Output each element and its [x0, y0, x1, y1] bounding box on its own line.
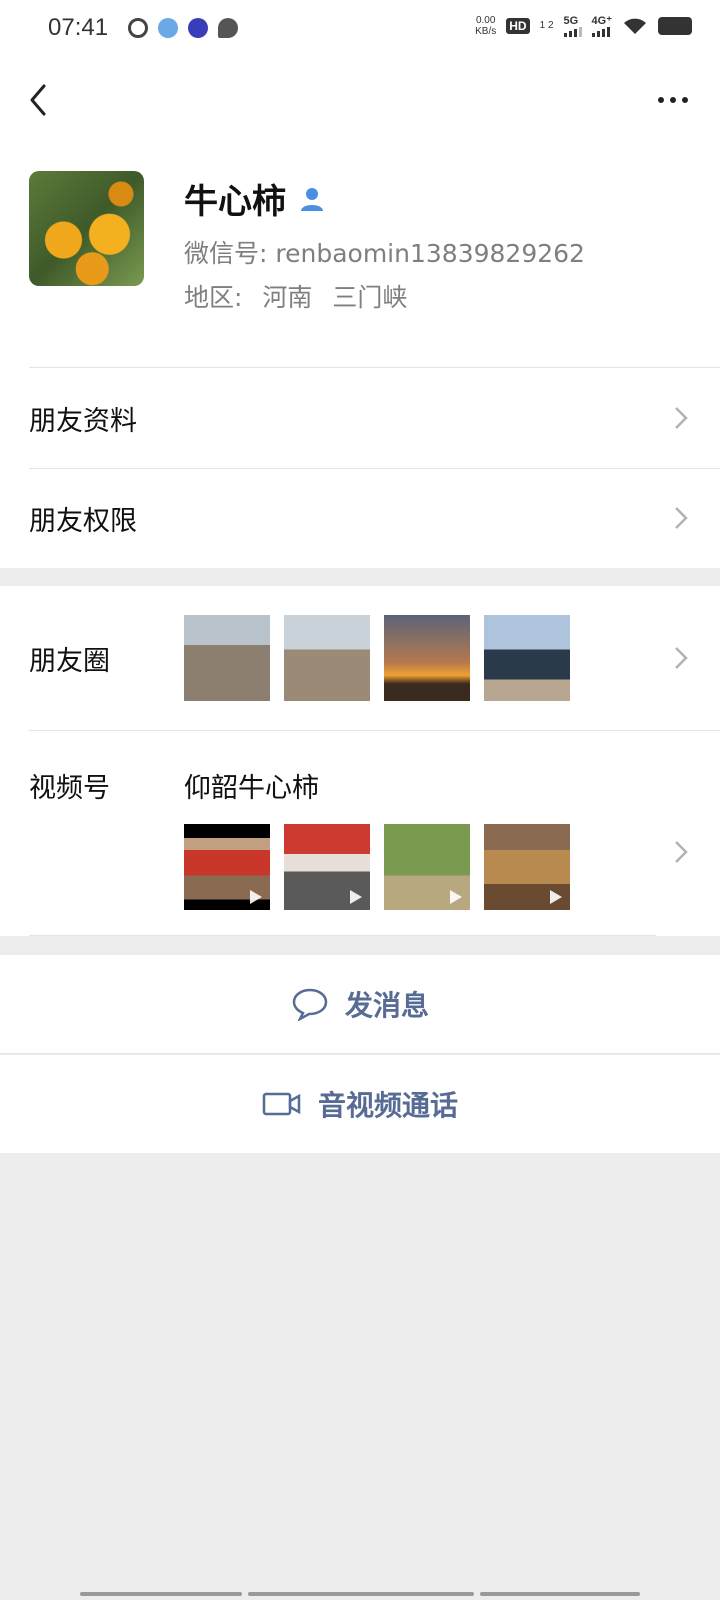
- channel-video-crowd[interactable]: [284, 824, 370, 910]
- moments-channels-section: 朋友圈 视频号 仰韶牛心柿: [0, 586, 720, 936]
- channel-video-orchard-man[interactable]: [384, 824, 470, 910]
- sim2-label: 4G⁺: [591, 15, 612, 27]
- friend-profile-label: 朋友资料: [29, 405, 137, 437]
- home-indicator: [80, 1592, 242, 1596]
- wechat-id-label: 微信号:: [184, 239, 268, 268]
- avatar[interactable]: [29, 171, 144, 286]
- video-call-button[interactable]: 音视频通话: [0, 1055, 720, 1153]
- friend-permissions-label: 朋友权限: [29, 505, 137, 537]
- friend-permissions-row[interactable]: 朋友权限: [29, 468, 720, 568]
- signal-5g: 5G: [563, 14, 582, 37]
- sim1-label: 5G: [563, 14, 579, 27]
- name-row: 牛心柿: [184, 174, 326, 223]
- status-bar: 07:41 0.00 KB/s HD 1 2 5G 4G⁺: [0, 0, 720, 56]
- chevron-right-icon: [675, 507, 688, 529]
- cloud-app-icon: [158, 18, 178, 38]
- net-speed: 0.00 KB/s: [475, 15, 496, 37]
- notification-icons: [128, 18, 238, 38]
- play-icon: [450, 890, 462, 904]
- nav-bar: [0, 56, 720, 140]
- more-dots-icon: [658, 97, 664, 103]
- home-indicator: [480, 1592, 640, 1596]
- channel-video-thumbnails: [184, 824, 570, 910]
- signal-bars-icon: [563, 26, 582, 37]
- channels-label: 视频号: [29, 773, 110, 804]
- wechat-id: 微信号: renbaomin13839829262: [184, 234, 585, 270]
- send-message-button[interactable]: 发消息: [0, 955, 720, 1053]
- net-speed-value: 0.00: [475, 14, 496, 26]
- channel-name: 仰韶牛心柿: [184, 773, 319, 804]
- wifi-icon: [624, 18, 646, 34]
- chevron-left-icon: [30, 84, 46, 116]
- moments-photo-sunset[interactable]: [384, 615, 470, 701]
- chevron-right-icon: [675, 647, 688, 669]
- signal-4g: 4G⁺: [591, 14, 612, 37]
- more-button[interactable]: [650, 80, 696, 120]
- hd-badge: HD: [506, 17, 530, 34]
- play-icon: [250, 890, 262, 904]
- play-icon: [550, 890, 562, 904]
- moments-label: 朋友圈: [29, 645, 110, 677]
- signal-bars-icon: [591, 27, 610, 37]
- friend-profile-row[interactable]: 朋友资料: [29, 368, 720, 468]
- app-notification-icon: [128, 18, 148, 38]
- moments-photo-gate[interactable]: [484, 615, 570, 701]
- app-badge-icon: [188, 18, 208, 38]
- channel-video-event-stage[interactable]: [184, 824, 270, 910]
- chevron-right-icon: [675, 407, 688, 429]
- video-call-label: 音视频通话: [317, 1089, 458, 1122]
- region: 地区: 河南 三门峡: [184, 278, 407, 314]
- region-label: 地区:: [184, 283, 243, 312]
- nickname: 牛心柿: [184, 182, 286, 222]
- profile-header: 牛心柿 微信号: renbaomin13839829262 地区: 河南 三门峡: [0, 140, 720, 368]
- region-city: 三门峡: [332, 283, 408, 312]
- menu-section: 朋友资料 朋友权限: [0, 368, 720, 568]
- divider: [29, 935, 656, 936]
- moments-thumbnails: [184, 615, 570, 701]
- battery-icon: [658, 16, 692, 35]
- channel-video-pottery[interactable]: [484, 824, 570, 910]
- divider: [0, 1053, 720, 1054]
- moments-photo-orchard[interactable]: [184, 615, 270, 701]
- play-icon: [350, 890, 362, 904]
- chat-bubble-icon: [292, 988, 328, 1021]
- chevron-right-icon: [675, 841, 688, 863]
- net-speed-unit: KB/s: [475, 25, 497, 37]
- chat-notification-icon: [218, 18, 238, 38]
- sim-slot-numbers: 1 2: [539, 20, 554, 31]
- status-right: 0.00 KB/s HD 1 2 5G 4G⁺: [475, 14, 692, 37]
- video-camera-icon: [262, 1092, 301, 1116]
- contact-person-icon: [301, 187, 323, 211]
- status-time: 07:41: [48, 14, 109, 41]
- wechat-id-value: renbaomin13839829262: [275, 239, 585, 268]
- region-province: 河南: [262, 283, 313, 312]
- send-message-label: 发消息: [344, 989, 429, 1022]
- moments-photo-greenhouse[interactable]: [284, 615, 370, 701]
- back-button[interactable]: [22, 78, 66, 122]
- home-indicator: [248, 1592, 474, 1596]
